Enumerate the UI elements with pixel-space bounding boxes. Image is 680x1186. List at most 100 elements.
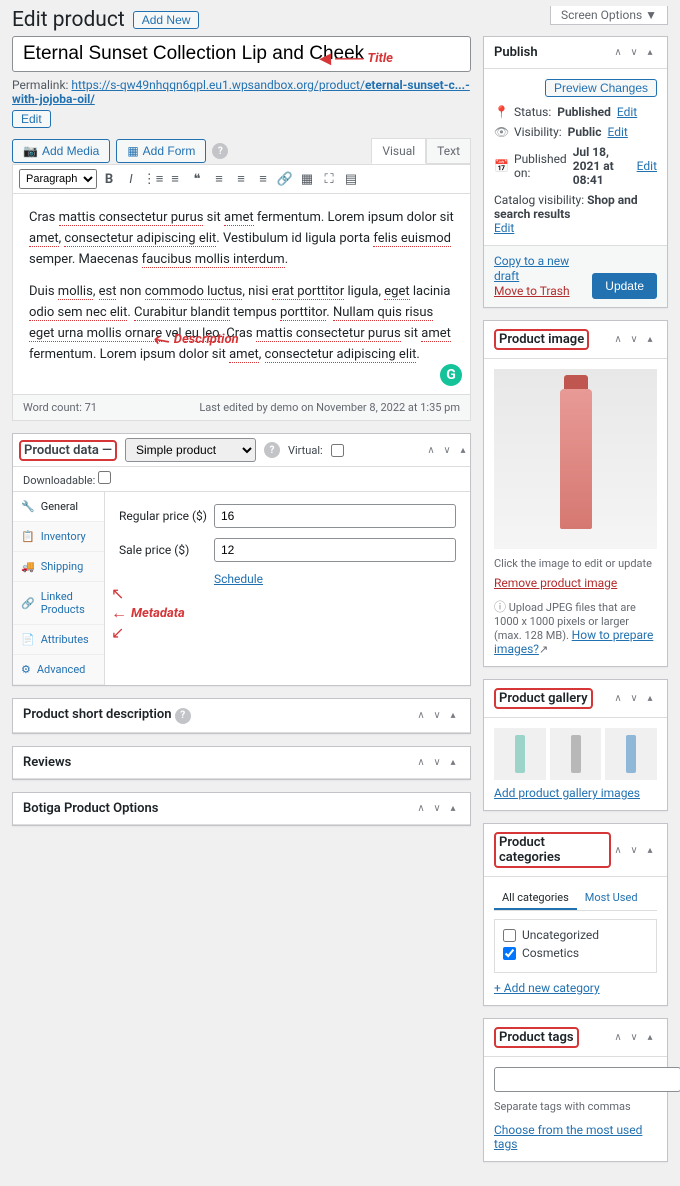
toggle-icon[interactable]: ▴ — [446, 755, 460, 769]
preview-changes-button[interactable]: Preview Changes — [545, 79, 657, 97]
cat-uncategorized-checkbox[interactable] — [503, 929, 516, 942]
toggle-icon[interactable]: ▴ — [643, 1031, 657, 1045]
toggle-icon[interactable]: ▴ — [643, 46, 657, 60]
botiga-heading: Botiga Product Options — [23, 801, 414, 816]
chevron-down-icon[interactable]: ∨ — [627, 1031, 641, 1045]
ul-icon[interactable]: ⋮≡ — [143, 169, 163, 189]
edit-date-link[interactable]: Edit — [637, 159, 657, 173]
more-icon[interactable]: ▦ — [297, 169, 317, 189]
chevron-up-icon[interactable]: ∧ — [414, 755, 428, 769]
chevron-down-icon[interactable]: ∨ — [627, 333, 641, 347]
update-button[interactable]: Update — [592, 273, 657, 299]
chevron-down-icon[interactable]: ∨ — [627, 46, 641, 60]
truck-icon: 🚚 — [21, 560, 35, 573]
gear-icon: ⚙ — [21, 663, 31, 676]
choose-tags-link[interactable]: Choose from the most used tags — [494, 1123, 642, 1151]
italic-icon[interactable]: I — [121, 169, 141, 189]
align-right-icon[interactable]: ≡ — [253, 169, 273, 189]
tab-attributes[interactable]: 📄Attributes — [13, 625, 104, 655]
gallery-thumb[interactable] — [550, 728, 602, 780]
chevron-up-icon[interactable]: ∧ — [611, 1031, 625, 1045]
edit-catalog-link[interactable]: Edit — [494, 221, 514, 235]
help-icon[interactable]: ? — [264, 442, 280, 458]
grammarly-icon[interactable]: G — [440, 364, 462, 386]
edit-status-link[interactable]: Edit — [617, 105, 637, 119]
remove-image-link[interactable]: Remove product image — [494, 576, 617, 590]
chevron-up-icon[interactable]: ∧ — [611, 333, 625, 347]
gallery-thumb[interactable] — [605, 728, 657, 780]
tab-inventory[interactable]: 📋Inventory — [13, 522, 104, 552]
align-left-icon[interactable]: ≡ — [209, 169, 229, 189]
editor-content[interactable]: Cras mattis consectetur purus sit amet f… — [13, 194, 470, 394]
add-new-button[interactable]: Add New — [133, 11, 200, 29]
chevron-up-icon[interactable]: ∧ — [611, 46, 625, 60]
chevron-down-icon[interactable]: ∨ — [627, 692, 641, 706]
tab-general[interactable]: 🔧General — [13, 492, 104, 522]
toggle-icon[interactable]: ▴ — [446, 708, 460, 722]
chevron-up-icon[interactable]: ∧ — [611, 692, 625, 706]
edit-slug-button[interactable]: Edit — [12, 110, 51, 128]
screen-options[interactable]: Screen Options ▼ — [550, 6, 668, 25]
eye-icon: 👁 — [494, 125, 508, 139]
bold-icon[interactable]: B — [99, 169, 119, 189]
regular-price-input[interactable] — [214, 504, 456, 528]
form-icon: ▦ — [127, 144, 138, 158]
cat-cosmetics-checkbox[interactable] — [503, 947, 516, 960]
schedule-link[interactable]: Schedule — [214, 572, 263, 586]
chevron-down-icon[interactable]: ∨ — [430, 755, 444, 769]
align-center-icon[interactable]: ≡ — [231, 169, 251, 189]
toggle-icon[interactable]: ▴ — [446, 801, 460, 815]
help-icon[interactable]: ? — [212, 143, 228, 159]
toggle-icon[interactable]: ▴ — [456, 443, 470, 457]
add-form-button[interactable]: ▦ Add Form — [116, 139, 206, 163]
add-gallery-link[interactable]: Add product gallery images — [494, 786, 640, 800]
chevron-up-icon[interactable]: ∧ — [424, 443, 438, 457]
toggle-icon[interactable]: ▴ — [643, 843, 657, 857]
product-categories-heading: Product categories — [494, 832, 611, 868]
link-icon[interactable]: 🔗 — [275, 169, 295, 189]
publish-heading: Publish — [494, 45, 611, 60]
gallery-thumb[interactable] — [494, 728, 546, 780]
quote-icon[interactable]: ❝ — [187, 169, 207, 189]
format-select[interactable]: Paragraph — [19, 169, 97, 189]
image-hint: Click the image to edit or update — [494, 557, 657, 570]
fullscreen-icon[interactable]: ⛶ — [319, 169, 339, 189]
chevron-down-icon[interactable]: ∨ — [430, 801, 444, 815]
product-type-select[interactable]: Simple product — [125, 438, 256, 462]
tab-visual[interactable]: Visual — [371, 138, 426, 164]
chevron-up-icon[interactable]: ∧ — [414, 708, 428, 722]
tab-advanced[interactable]: ⚙Advanced — [13, 655, 104, 685]
move-trash-link[interactable]: Move to Trash — [494, 284, 570, 298]
chevron-up-icon[interactable]: ∧ — [611, 843, 625, 857]
toggle-icon[interactable]: ▴ — [643, 333, 657, 347]
tab-most-used[interactable]: Most Used — [577, 887, 646, 910]
edit-visibility-link[interactable]: Edit — [607, 125, 627, 139]
toolbar-toggle-icon[interactable]: ▤ — [341, 169, 361, 189]
add-media-button[interactable]: 📷 Add Media — [12, 139, 110, 163]
tag-input[interactable] — [494, 1067, 680, 1092]
toggle-icon[interactable]: ▴ — [643, 692, 657, 706]
product-image-preview[interactable] — [494, 369, 657, 549]
chevron-up-icon[interactable]: ∧ — [414, 801, 428, 815]
chevron-down-icon[interactable]: ∨ — [430, 708, 444, 722]
tab-text[interactable]: Text — [426, 138, 471, 164]
product-gallery-heading: Product gallery — [494, 688, 593, 709]
permalink-label: Permalink: — [12, 78, 68, 92]
tab-all-categories[interactable]: All categories — [494, 887, 577, 910]
tab-linked[interactable]: 🔗Linked Products — [13, 582, 104, 625]
downloadable-checkbox[interactable] — [98, 471, 111, 484]
ol-icon[interactable]: ≡ — [165, 169, 185, 189]
word-count: Word count: 71 — [23, 401, 97, 414]
calendar-icon: 📅 — [494, 159, 508, 173]
product-title-input[interactable] — [12, 36, 471, 72]
virtual-checkbox[interactable] — [331, 444, 344, 457]
tab-shipping[interactable]: 🚚Shipping — [13, 552, 104, 582]
chevron-down-icon[interactable]: ∨ — [440, 443, 454, 457]
copy-draft-link[interactable]: Copy to a new draft — [494, 254, 569, 283]
permalink-url[interactable]: https://s-qw49nhqqn6qpl.eu1.wpsandbox.or… — [12, 78, 470, 106]
add-category-link[interactable]: + Add new category — [494, 981, 600, 995]
help-icon[interactable]: ? — [175, 708, 191, 724]
link-icon: 🔗 — [21, 597, 35, 610]
chevron-down-icon[interactable]: ∨ — [627, 843, 641, 857]
sale-price-input[interactable] — [214, 538, 456, 562]
